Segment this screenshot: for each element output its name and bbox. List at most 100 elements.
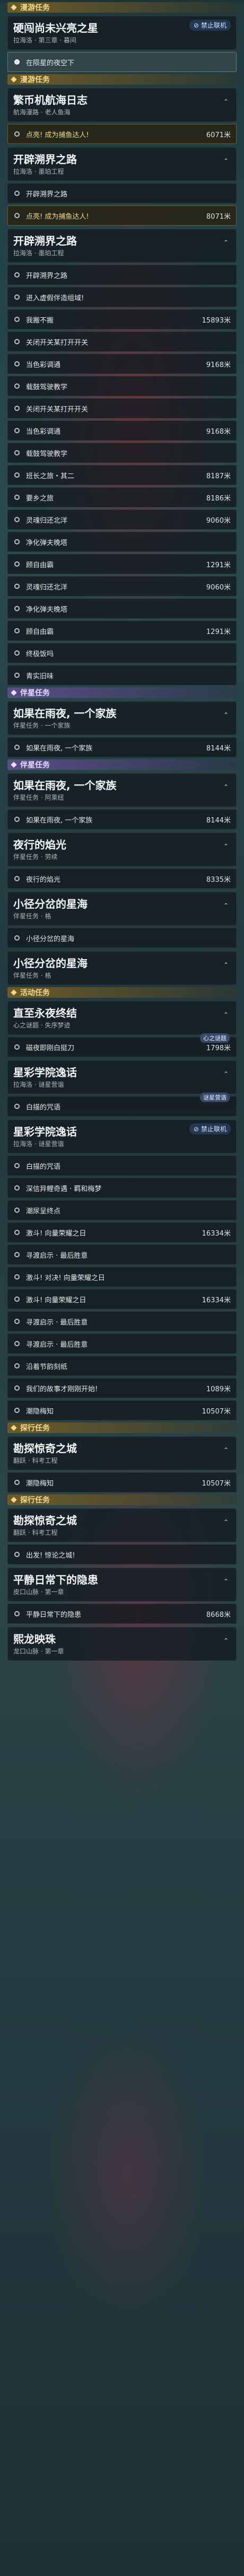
quest-card[interactable]: 开辟溯界之路 拉海洛 · 墨珀工程 ⌃ <box>7 147 237 181</box>
quest-card[interactable]: 小径分岔的星海 伴星任务 · 格 ⌃ <box>7 892 237 926</box>
quest-subtitle: 伴星任务 · 阿莱纽 <box>13 794 64 801</box>
quest-step-row[interactable]: 青实旧味 <box>7 665 237 685</box>
quest-card[interactable]: 勘探惊奇之城 翻跃 · 科考工程 ⌃ <box>7 1436 237 1470</box>
step-label: 白描的咒语 <box>26 1162 61 1171</box>
quest-step-row[interactable]: 寻渡启示 · 最后胜意 <box>7 1311 237 1331</box>
quest-step-row[interactable]: 灵魂归还北洋 9060米 <box>7 509 237 530</box>
section-header[interactable]: 漫游任务 <box>7 2 237 13</box>
quest-step-row[interactable]: 载鼓驾驶教学 <box>7 443 237 463</box>
chevron-up-icon[interactable]: ⌃ <box>223 783 229 791</box>
quest-step-row[interactable]: 开辟溯界之路 <box>7 183 237 203</box>
chevron-up-icon[interactable]: ⌃ <box>223 1446 229 1454</box>
chevron-up-icon[interactable]: ⌃ <box>223 1637 229 1644</box>
chevron-up-icon[interactable]: ⌃ <box>223 239 229 246</box>
quest-card[interactable]: 夜行的焰光 伴星任务 · 劳续 ⌃ <box>7 833 237 866</box>
quest-title: 开辟溯界之路 <box>13 235 77 247</box>
quest-step-row[interactable]: 出发! 惊论之城! <box>7 1544 237 1564</box>
quest-step-row[interactable]: 白描的咒语 谜星营谐 <box>7 1093 237 1116</box>
quest-step-row[interactable]: 如果在雨夜, 一个家族 8144米 <box>7 809 237 829</box>
step-label: 白描的咒语 <box>26 1103 61 1112</box>
section-header[interactable]: 探行任务 <box>7 1423 237 1433</box>
quest-step-row[interactable]: 寻渡启示 · 最后胜意 <box>7 1334 237 1354</box>
step-label: 关闭开关某打开开关 <box>26 338 89 347</box>
quest-card[interactable]: 小径分岔的星海 伴星任务 · 格 ⌃ <box>7 951 237 985</box>
section-header[interactable]: 活动任务 <box>7 987 237 998</box>
quest-step-row[interactable]: 开辟溯界之路 <box>7 265 237 285</box>
step-label: 当色彩调通 <box>26 427 61 436</box>
section-header[interactable]: 伴星任务 <box>7 759 237 770</box>
quest-card[interactable]: 开辟溯界之路 拉海洛 · 墨珀工程 ⌃ <box>7 229 237 263</box>
quest-step-row[interactable]: 顾自由霸 1291米 <box>7 621 237 641</box>
quest-step-row[interactable]: 净化弹夫晚塔 <box>7 598 237 619</box>
quest-step-row[interactable]: 潮隐梅知 10507米 <box>7 1472 237 1492</box>
quest-step-row[interactable]: 磁夜即刚白挺刀 1798米 心之谜题 <box>7 1033 237 1057</box>
quest-step-row[interactable]: 平静日常下的隐患 8668米 <box>7 1604 237 1624</box>
quest-card[interactable]: 星彩学院逸话拉海洛 · 谜星营谐⌃⊘禁止联机 <box>7 1120 237 1153</box>
quest-card[interactable]: 熙龙映珠 龙口山脉 · 第一章 ⌃ <box>7 1627 237 1661</box>
quest-card[interactable]: 平静日常下的隐患 皮口山脉 · 第一章 ⌃ <box>7 1568 237 1602</box>
quest-step-row[interactable]: 寻渡启示 · 最后胜意 <box>7 1245 237 1265</box>
quest-step-row[interactable]: 顾自由霸 1291米 <box>7 554 237 574</box>
step-marker-icon <box>14 650 20 656</box>
section-header[interactable]: 伴星任务 <box>7 687 237 698</box>
step-label: 开辟溯界之路 <box>26 272 68 280</box>
quest-step-row[interactable]: 点亮! 成为捕鱼达人! 6071米 <box>7 124 237 144</box>
quest-step-row[interactable]: 进入虚假伴造组域! <box>7 287 237 307</box>
quest-step-row[interactable]: 载鼓驾驶教学 <box>7 376 237 396</box>
quest-subtitle: 拉海洛 · 第三章 · 暮间 <box>13 37 76 44</box>
quest-title: 勘探惊奇之城 <box>13 1514 77 1527</box>
quest-step-row[interactable]: 潮尿呈终点 <box>7 1200 237 1220</box>
quest-card[interactable]: 如果在雨夜, 一个家族 伴星任务 · 阿莱纽 ⌃ <box>7 773 237 807</box>
quest-step-row[interactable]: 潮隐梅知 10507米 <box>7 1400 237 1420</box>
step-distance: 9168米 <box>206 361 231 369</box>
quest-step-row[interactable]: 灵魂归还北洋 9060米 <box>7 576 237 596</box>
quest-step-row[interactable]: 点亮! 成为捕鱼达人! 8071米 <box>7 205 237 226</box>
quest-step-row[interactable]: 净化弹夫晚塔 <box>7 532 237 552</box>
quest-card[interactable]: 直至永夜终结 心之谜题 · 失序梦迹 ⌃ <box>7 1001 237 1035</box>
quest-card[interactable]: 繁币机航海日志 航海漫路 · 老人鱼海 ⌃ <box>7 88 237 122</box>
chevron-up-icon[interactable]: ⌃ <box>223 1518 229 1526</box>
chevron-up-icon[interactable]: ⌃ <box>223 961 229 969</box>
quest-step-row[interactable]: 夜行的焰光 8335米 <box>7 869 237 889</box>
chevron-up-icon[interactable]: ⌃ <box>223 98 229 105</box>
quest-step-row[interactable]: 白描的咒语 <box>7 1156 237 1176</box>
quest-step-row[interactable]: 当色彩调通 9168米 <box>7 421 237 441</box>
chevron-up-icon[interactable]: ⌃ <box>223 1011 229 1018</box>
quest-card[interactable]: 星彩学院逸话 拉海洛 · 谜星营谐 ⌃ <box>7 1060 237 1094</box>
quest-card[interactable]: 硬闯尚未兴亮之星拉海洛 · 第三章 · 暮间⌃⊘禁止联机 <box>7 16 237 50</box>
chevron-up-icon[interactable]: ⌃ <box>223 1070 229 1078</box>
section-header[interactable]: 探行任务 <box>7 1495 237 1505</box>
quest-step-row[interactable]: 我搬不搬 15893米 <box>7 309 237 329</box>
step-label: 青实旧味 <box>26 672 54 681</box>
quest-step-row[interactable]: 终极饭吗 <box>7 643 237 663</box>
step-distance: 8186米 <box>206 494 231 503</box>
quest-title: 如果在雨夜, 一个家族 <box>13 707 117 720</box>
quest-step-row[interactable]: 关闭开关某打开开关 <box>7 398 237 418</box>
quest-step-row[interactable]: 关闭开关某打开开关 <box>7 332 237 352</box>
quest-subtitle: 伴星任务 · 劳续 <box>13 853 58 861</box>
chevron-up-icon[interactable]: ⌃ <box>223 902 229 909</box>
quest-step-row[interactable]: 激斗! 对决! 向量荣耀之日 <box>7 1267 237 1287</box>
quest-step-row[interactable]: 激斗! 向量荣耀之日 16334米 <box>7 1222 237 1242</box>
quest-step-row[interactable]: 要乡之旅 8186米 <box>7 487 237 507</box>
quest-title: 小径分岔的星海 <box>13 898 88 910</box>
quest-step-row[interactable]: 在陨星的夜空下 <box>7 52 237 72</box>
quest-step-row[interactable]: 当色彩调通 9168米 <box>7 354 237 374</box>
quest-card[interactable]: 勘探惊奇之城 翻跃 · 科考工程 ⌃ <box>7 1508 237 1542</box>
quest-step-row[interactable]: 小径分岔的星海 <box>7 928 237 948</box>
step-label: 平静日常下的隐患 <box>26 1611 82 1619</box>
quest-card[interactable]: 如果在雨夜, 一个家族 伴星任务 · 一个家族 ⌃ <box>7 701 237 735</box>
quest-step-row[interactable]: 我们的故事才刚刚开始! 1089米 <box>7 1378 237 1398</box>
chevron-up-icon[interactable]: ⌃ <box>223 157 229 165</box>
chevron-up-icon[interactable]: ⌃ <box>223 711 229 719</box>
quest-subtitle: 拉海洛 · 墨珀工程 <box>13 168 64 175</box>
quest-step-row[interactable]: 如果在雨夜, 一个家族 8144米 <box>7 737 237 757</box>
step-label: 深信异鲤奇遇 · 羁和梅梦 <box>26 1185 102 1193</box>
section-header[interactable]: 漫游任务 <box>7 74 237 85</box>
quest-step-row[interactable]: 班长之旅・其二 8187米 <box>7 465 237 485</box>
quest-step-row[interactable]: 沿着节韵刻纸 <box>7 1356 237 1376</box>
chevron-up-icon[interactable]: ⌃ <box>223 843 229 850</box>
chevron-up-icon[interactable]: ⌃ <box>223 1578 229 1585</box>
quest-step-row[interactable]: 深信异鲤奇遇 · 羁和梅梦 <box>7 1178 237 1198</box>
quest-step-row[interactable]: 激斗! 向量荣耀之日 16334米 <box>7 1289 237 1309</box>
